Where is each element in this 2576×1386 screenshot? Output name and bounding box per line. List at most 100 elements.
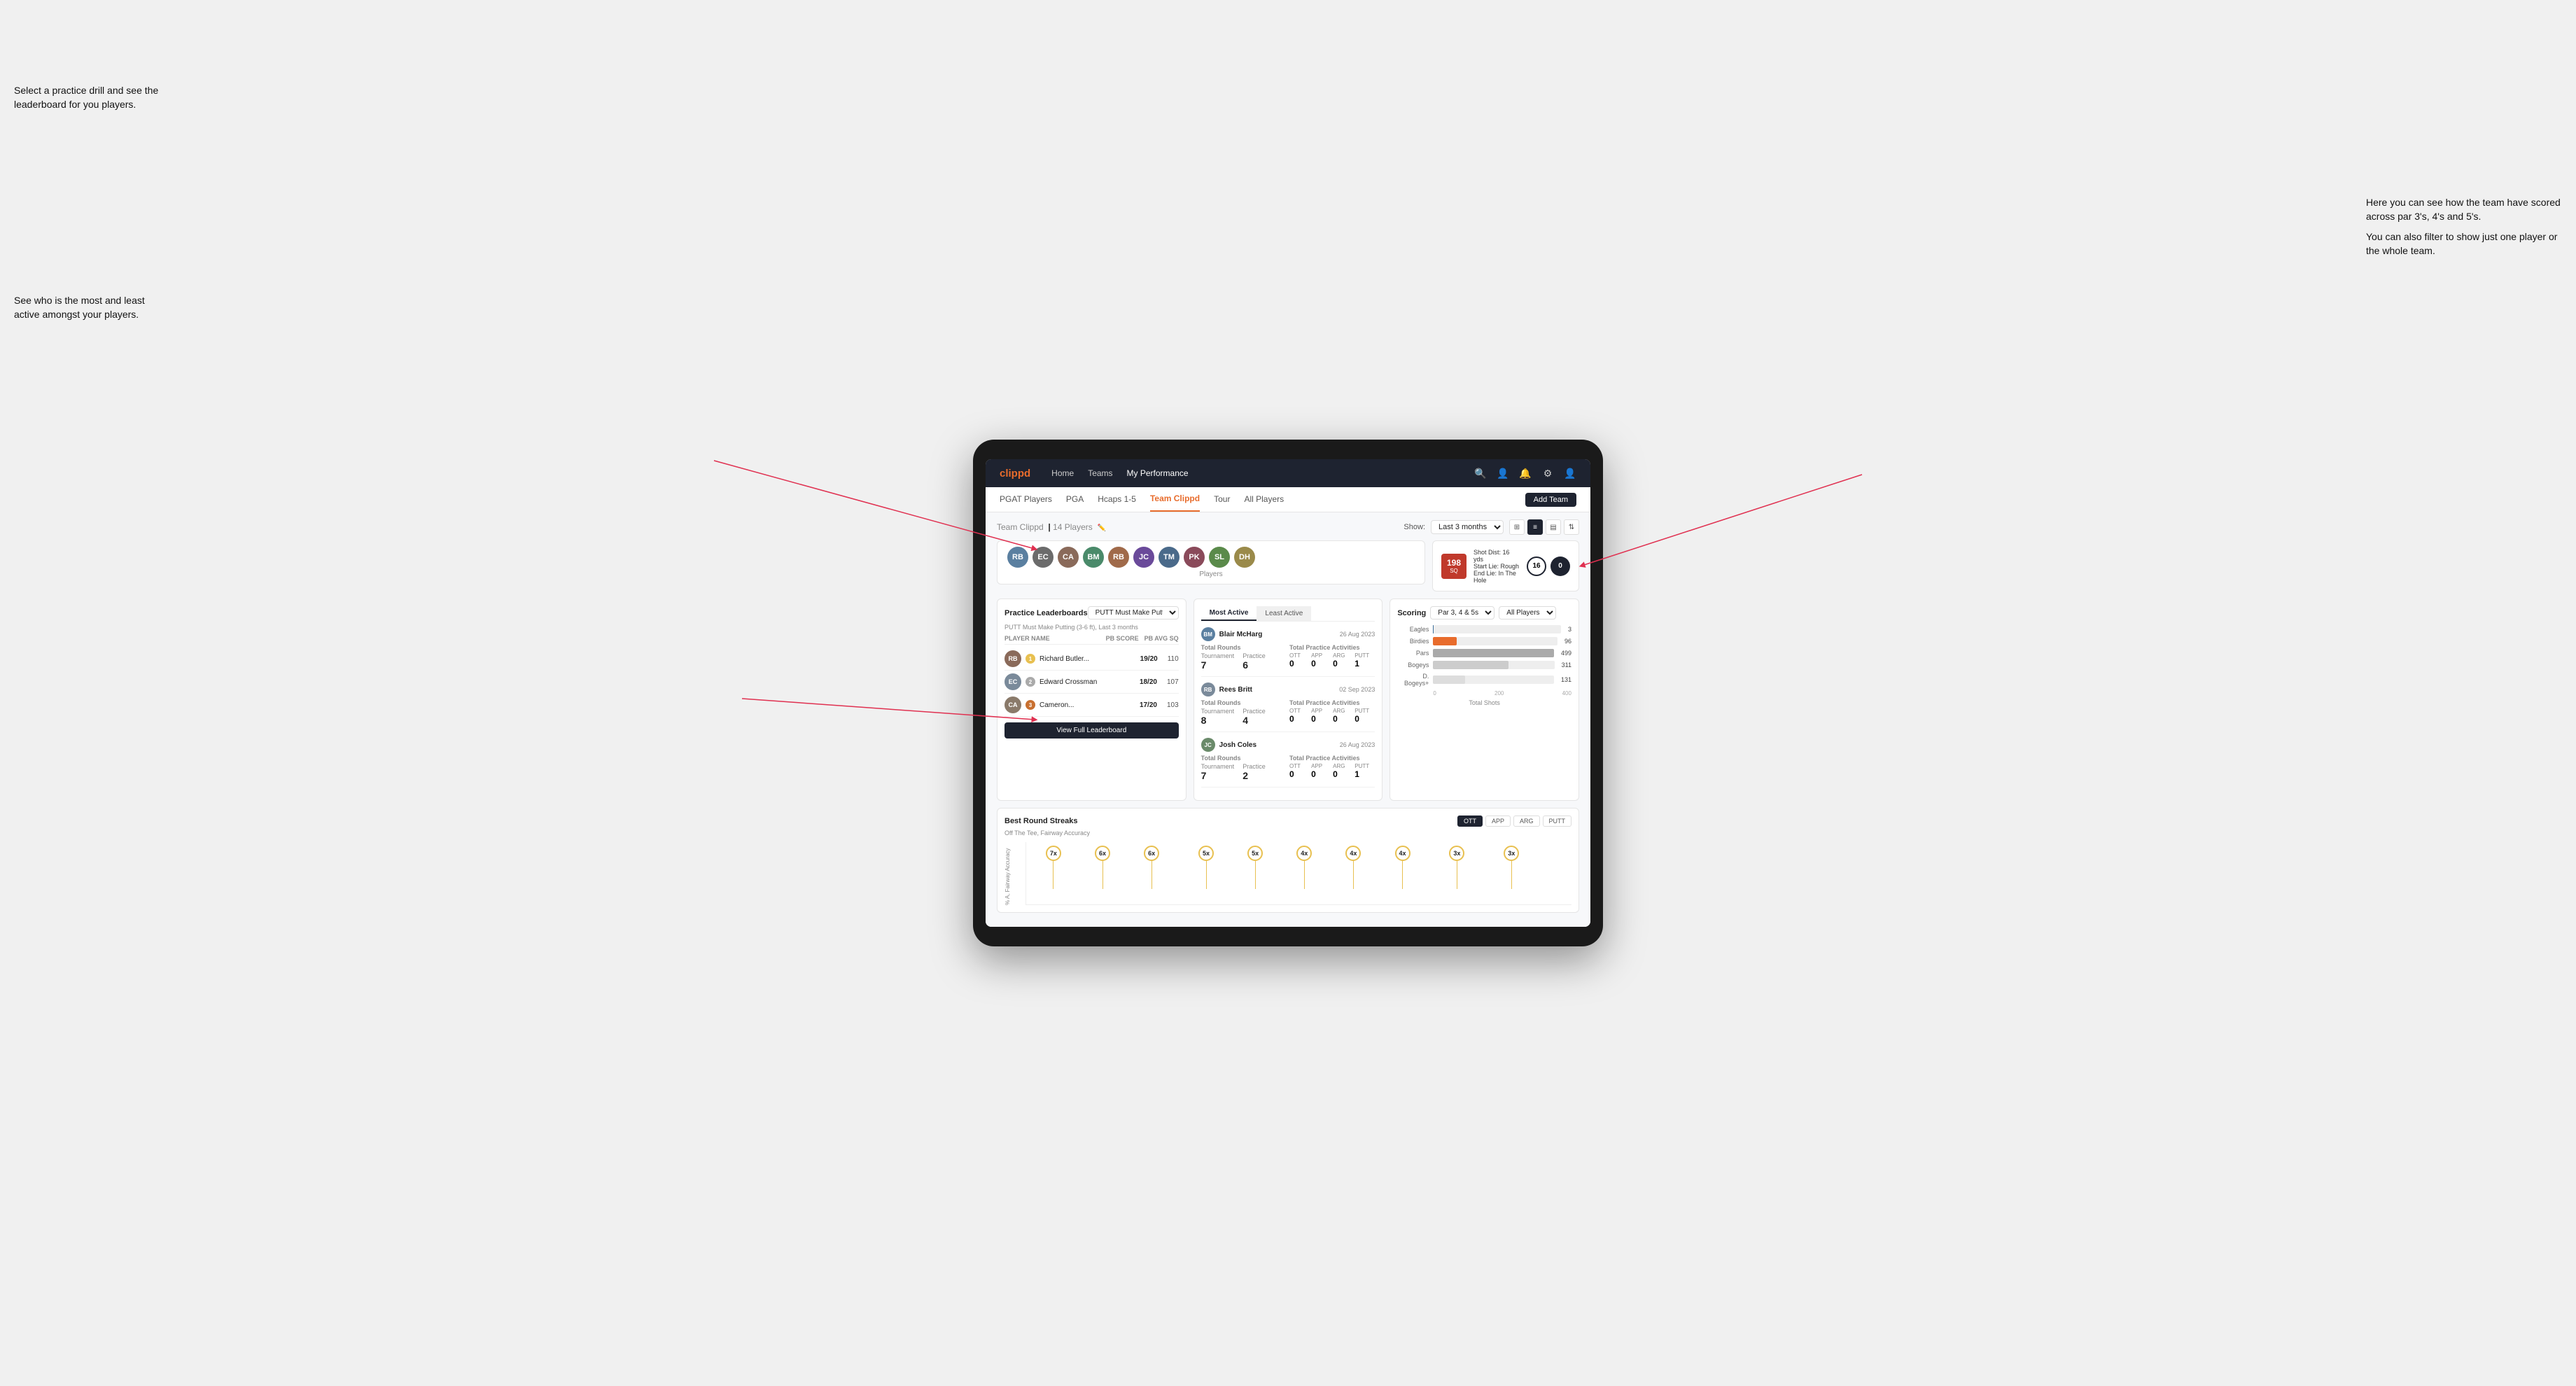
sub-nav-all-players[interactable]: All Players <box>1244 487 1284 512</box>
sub-nav-hcaps[interactable]: Hcaps 1-5 <box>1098 487 1136 512</box>
player-act-date-1: 26 Aug 2023 <box>1340 631 1376 638</box>
nav-link-performance[interactable]: My Performance <box>1127 468 1189 478</box>
bar-fill-birdies <box>1433 637 1457 645</box>
y-axis-label: % A, Fairway Accuracy <box>1004 842 1011 905</box>
streak-tab-arg[interactable]: ARG <box>1513 816 1540 827</box>
lb-header: PLAYER NAME PB SCORE PB AVG SQ <box>1004 635 1179 645</box>
bar-container-bogeys <box>1433 661 1554 669</box>
avatar-6[interactable]: JC <box>1133 547 1154 568</box>
practice-rounds-1: 6 <box>1242 659 1266 671</box>
avatar-4[interactable]: BM <box>1083 547 1104 568</box>
view-icons: ⊞ ≡ ▤ ⇅ <box>1509 519 1579 535</box>
bar-row-pars: Pars 499 <box>1397 649 1572 657</box>
avatar-9[interactable]: SL <box>1209 547 1230 568</box>
streaks-chart: % A, Fairway Accuracy 7x 6x <box>1004 842 1572 905</box>
scoring-players-select[interactable]: All Players <box>1499 606 1556 620</box>
player-act-rounds-2: Total Rounds Tournament8 Practice4 Total… <box>1201 699 1376 726</box>
bar-container-eagles <box>1433 625 1561 634</box>
bar-fill-bogeys <box>1433 661 1508 669</box>
player-act-header-2: RB Rees Britt 02 Sep 2023 <box>1201 682 1376 696</box>
avatar-1[interactable]: RB <box>1007 547 1028 568</box>
settings-icon[interactable]: ⚙ <box>1541 467 1554 479</box>
lb-name-3: Cameron... <box>1040 701 1135 709</box>
detail-view-btn[interactable]: ▤ <box>1546 519 1561 535</box>
lb-score-3: 17/20 <box>1140 701 1157 709</box>
leaderboards-title: Practice Leaderboards <box>1004 609 1088 617</box>
nav-logo: clippd <box>1000 468 1030 479</box>
bell-icon[interactable]: 🔔 <box>1519 467 1532 479</box>
avatar-3[interactable]: CA <box>1058 547 1079 568</box>
streaks-subtitle: Off The Tee, Fairway Accuracy <box>1004 830 1572 836</box>
avatar-2[interactable]: EC <box>1032 547 1054 568</box>
bar-row-eagles: Eagles 3 <box>1397 625 1572 634</box>
streak-tab-putt[interactable]: PUTT <box>1543 816 1572 827</box>
streak-dot-6x-1: 6x <box>1095 846 1110 889</box>
drill-subtitle: PUTT Must Make Putting (3-6 ft), Last 3 … <box>1004 624 1179 631</box>
player-act-name-2: Rees Britt <box>1219 686 1252 694</box>
bar-val-birdies: 96 <box>1564 638 1572 645</box>
top-row: RB EC CA BM RB JC TM PK SL DH Players <box>997 540 1579 592</box>
nav-bar: clippd Home Teams My Performance 🔍 👤 🔔 ⚙… <box>986 459 1590 487</box>
list-view-btn[interactable]: ≡ <box>1527 519 1543 535</box>
search-icon[interactable]: 🔍 <box>1474 467 1487 479</box>
sub-nav: PGAT Players PGA Hcaps 1-5 Team Clippd T… <box>986 487 1590 512</box>
players-label: Players <box>1007 570 1415 578</box>
avatar-10[interactable]: DH <box>1234 547 1255 568</box>
scoring-par-select[interactable]: Par 3, 4 & 5s <box>1430 606 1494 620</box>
nav-link-teams[interactable]: Teams <box>1088 468 1112 478</box>
streak-dot-3x-1: 3x <box>1449 846 1464 889</box>
lb-name-2: Edward Crossman <box>1040 678 1135 686</box>
bar-fill-pars <box>1433 649 1553 657</box>
scoring-bar-chart: Eagles 3 Birdies 96 <box>1397 625 1572 687</box>
lb-avatar-3: CA <box>1004 696 1021 713</box>
nav-link-home[interactable]: Home <box>1051 468 1074 478</box>
leaderboards-title-row: Practice Leaderboards PUTT Must Make Put… <box>1004 606 1179 620</box>
streak-dot-3x-2: 3x <box>1504 846 1519 889</box>
player-activity-2: RB Rees Britt 02 Sep 2023 Total Rounds T… <box>1201 682 1376 732</box>
grid-view-btn[interactable]: ⊞ <box>1509 519 1525 535</box>
streak-dot-5x-1: 5x <box>1198 846 1214 889</box>
shot-yds-right: 0 <box>1550 556 1570 576</box>
edit-icon[interactable]: ✏️ <box>1097 524 1105 532</box>
add-team-button[interactable]: Add Team <box>1525 493 1576 507</box>
view-leaderboard-button[interactable]: View Full Leaderboard <box>1004 722 1179 738</box>
streak-dot-4x-2: 4x <box>1345 846 1361 889</box>
chart-area: 7x 6x 6x 5x <box>1026 842 1572 905</box>
streak-tab-app[interactable]: APP <box>1485 816 1511 827</box>
tab-most-active[interactable]: Most Active <box>1201 606 1257 621</box>
main-content: Team Clippd | 14 Players ✏️ Show: Last 3… <box>986 512 1590 927</box>
sub-nav-tour[interactable]: Tour <box>1214 487 1230 512</box>
avatar-5[interactable]: RB <box>1108 547 1129 568</box>
annotation-top-left: Select a practice drill and see the lead… <box>14 84 168 111</box>
bar-container-birdies <box>1433 637 1558 645</box>
player-act-avatar-1: BM <box>1201 627 1215 641</box>
shot-card: 198 SQ Shot Dist: 16 yds Start Lie: Roug… <box>1432 540 1579 592</box>
lb-badge-silver: 2 <box>1026 677 1035 687</box>
nav-right: 🔍 👤 🔔 ⚙ 👤 <box>1474 467 1576 479</box>
avatar-8[interactable]: PK <box>1184 547 1205 568</box>
lb-badge-gold: 1 <box>1026 654 1035 664</box>
lb-row-3: CA 3 Cameron... 17/20 103 <box>1004 694 1179 717</box>
sub-nav-pga[interactable]: PGA <box>1066 487 1084 512</box>
avatar-7[interactable]: TM <box>1158 547 1180 568</box>
drill-select[interactable]: PUTT Must Make Putting... <box>1088 606 1179 620</box>
show-period-select[interactable]: Last 3 months Last 6 months Last year <box>1431 520 1504 534</box>
tab-least-active[interactable]: Least Active <box>1256 606 1311 621</box>
total-practice-label-1: Total Practice Activities <box>1289 644 1375 651</box>
shot-yds-left: 16 <box>1527 556 1546 576</box>
user-avatar-icon[interactable]: 👤 <box>1564 467 1576 479</box>
streak-tab-ott[interactable]: OTT <box>1457 816 1483 827</box>
sort-view-btn[interactable]: ⇅ <box>1564 519 1579 535</box>
tablet-screen: clippd Home Teams My Performance 🔍 👤 🔔 ⚙… <box>986 459 1590 927</box>
three-columns: Practice Leaderboards PUTT Must Make Put… <box>997 598 1579 801</box>
bar-val-eagles: 3 <box>1568 626 1572 633</box>
player-act-header-3: JC Josh Coles 26 Aug 2023 <box>1201 738 1376 752</box>
player-act-rounds-1: Total Rounds Tournament 7 Practice 6 <box>1201 644 1376 671</box>
scoring-card: Scoring Par 3, 4 & 5s All Players Eagles <box>1390 598 1579 801</box>
most-active-card: Most Active Least Active BM Blair McHarg… <box>1194 598 1383 801</box>
sub-nav-team-clippd[interactable]: Team Clippd <box>1150 487 1200 512</box>
streak-dot-6x-2: 6x <box>1144 846 1159 889</box>
practice-leaderboards-card: Practice Leaderboards PUTT Must Make Put… <box>997 598 1186 801</box>
users-icon[interactable]: 👤 <box>1497 467 1509 479</box>
sub-nav-pgat[interactable]: PGAT Players <box>1000 487 1052 512</box>
